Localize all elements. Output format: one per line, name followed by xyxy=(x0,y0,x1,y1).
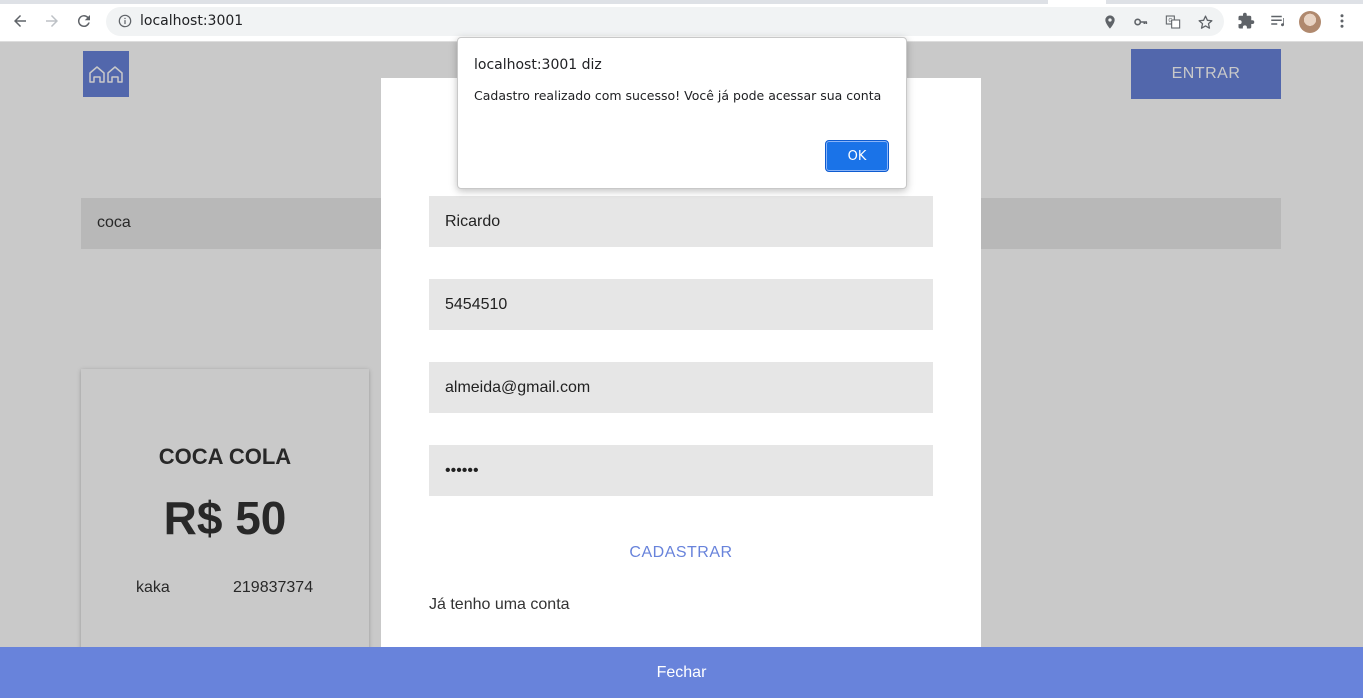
translate-icon[interactable]: G xyxy=(1164,13,1182,31)
star-icon[interactable] xyxy=(1196,13,1214,31)
menu-kebab-icon[interactable] xyxy=(1332,11,1352,31)
back-icon[interactable] xyxy=(9,10,31,32)
close-button[interactable]: Fechar xyxy=(0,647,1363,698)
signup-button[interactable]: CADASTRAR xyxy=(381,544,981,562)
alert-dialog: localhost:3001 diz Cadastro realizado co… xyxy=(457,37,907,189)
key-icon[interactable] xyxy=(1132,13,1150,31)
address-bar[interactable]: localhost:3001 G xyxy=(106,7,1224,36)
alert-message: Cadastro realizado com sucesso! Você já … xyxy=(474,88,882,103)
email-field[interactable] xyxy=(429,362,933,413)
name-field[interactable] xyxy=(429,196,933,247)
email-input[interactable] xyxy=(429,362,933,413)
extensions-icon[interactable] xyxy=(1236,11,1256,31)
profile-avatar[interactable] xyxy=(1299,11,1321,33)
phone-input[interactable] xyxy=(429,279,933,330)
svg-text:G: G xyxy=(1168,18,1172,24)
login-link[interactable]: Já tenho uma conta xyxy=(429,596,570,614)
alert-ok-button[interactable]: OK xyxy=(825,140,889,172)
reading-list-icon[interactable] xyxy=(1268,11,1288,31)
active-tab[interactable] xyxy=(1048,0,1106,4)
password-input[interactable] xyxy=(429,445,933,496)
reload-icon[interactable] xyxy=(73,10,95,32)
alert-title: localhost:3001 diz xyxy=(474,57,602,73)
url-text[interactable]: localhost:3001 xyxy=(140,13,243,29)
name-input[interactable] xyxy=(429,196,933,247)
location-icon[interactable] xyxy=(1101,13,1119,31)
info-icon[interactable] xyxy=(118,14,132,28)
browser-toolbar: localhost:3001 G xyxy=(0,0,1363,42)
forward-icon[interactable] xyxy=(41,10,63,32)
tab-strip xyxy=(0,0,1363,4)
password-field[interactable] xyxy=(429,445,933,496)
phone-field[interactable] xyxy=(429,279,933,330)
